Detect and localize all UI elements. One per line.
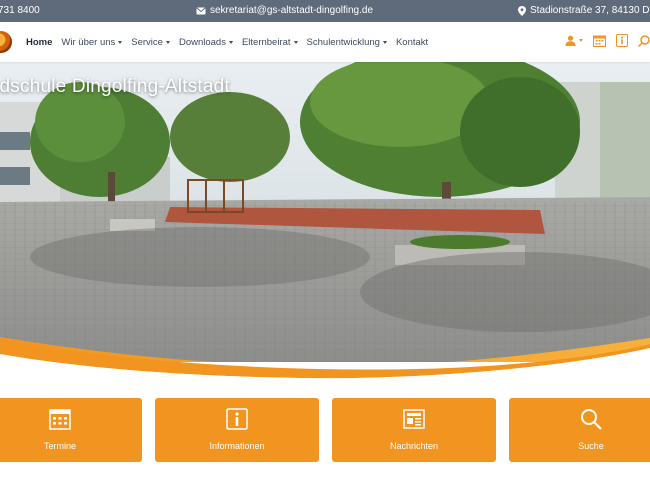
email-info[interactable]: sekretariat@gs-altstadt-dingolfing.de xyxy=(196,5,373,16)
phone-number: 731 8400 xyxy=(0,5,40,16)
chevron-down-icon xyxy=(293,40,298,44)
email-address: sekretariat@gs-altstadt-dingolfing.de xyxy=(210,5,374,16)
chevron-down-icon xyxy=(228,40,233,44)
main-navbar: Home Wir über uns Service Downloads Elte… xyxy=(0,22,650,62)
school-logo[interactable] xyxy=(0,31,12,53)
chevron-down-icon xyxy=(382,40,387,44)
envelope-icon xyxy=(196,6,206,14)
info-icon xyxy=(226,408,248,430)
nav-wir-ueber-uns[interactable]: Wir über uns xyxy=(61,36,123,48)
nav-kontakt[interactable]: Kontakt xyxy=(396,37,428,48)
map-pin-icon xyxy=(518,5,526,16)
chevron-down-icon xyxy=(118,40,123,44)
address-text: Stadionstraße 37, 84130 Ding xyxy=(530,5,650,16)
nav-label: Downloads xyxy=(178,36,226,48)
nav-label: Elternbeirat xyxy=(241,36,291,48)
nav-label: Kontakt xyxy=(395,36,429,48)
info-icon[interactable] xyxy=(616,34,628,47)
nav-elternbeirat[interactable]: Elternbeirat xyxy=(242,37,298,48)
nav-label: Schulentwicklung xyxy=(306,36,380,48)
nav-service[interactable]: Service xyxy=(131,37,170,48)
user-menu-button[interactable] xyxy=(565,35,583,46)
search-icon[interactable] xyxy=(638,34,650,47)
main-nav: Home Wir über uns Service Downloads Elte… xyxy=(26,22,437,62)
tile-label: Suche xyxy=(578,441,604,451)
nav-label: Service xyxy=(131,36,163,48)
top-info-bar: 731 8400 sekretariat@gs-altstadt-dingolf… xyxy=(0,0,650,22)
chevron-down-icon xyxy=(165,40,170,44)
tile-label: Informationen xyxy=(209,441,265,451)
user-icon xyxy=(565,35,576,46)
tile-termine[interactable]: Termine xyxy=(0,398,142,462)
nav-home-label: Home xyxy=(26,36,53,48)
nav-downloads[interactable]: Downloads xyxy=(179,37,233,48)
address-info[interactable]: Stadionstraße 37, 84130 Ding xyxy=(518,5,650,16)
quick-links: Termine Informationen Nachrichten Suche xyxy=(0,398,650,462)
chevron-down-icon xyxy=(579,39,583,42)
search-icon xyxy=(581,409,602,430)
hero-bottom-curve xyxy=(0,340,650,380)
nav-tools xyxy=(565,34,650,47)
nav-home[interactable]: Home xyxy=(26,37,52,48)
tile-informationen[interactable]: Informationen xyxy=(155,398,319,462)
hero-section: undschule Dingolfing-Altstadt xyxy=(0,62,650,362)
calendar-icon[interactable] xyxy=(593,35,606,47)
nav-schulentwicklung[interactable]: Schulentwicklung xyxy=(307,37,387,48)
tile-label: Termine xyxy=(43,441,76,451)
hero-title: undschule Dingolfing-Altstadt xyxy=(0,76,230,97)
phone-info[interactable]: 731 8400 xyxy=(0,5,40,16)
tile-nachrichten[interactable]: Nachrichten xyxy=(332,398,496,462)
tile-suche[interactable]: Suche xyxy=(509,398,650,462)
newspaper-icon xyxy=(403,409,425,429)
nav-label: Wir über uns xyxy=(61,36,116,48)
calendar-icon xyxy=(49,409,71,430)
hero-image xyxy=(0,62,650,362)
tile-label: Nachrichten xyxy=(389,441,439,451)
